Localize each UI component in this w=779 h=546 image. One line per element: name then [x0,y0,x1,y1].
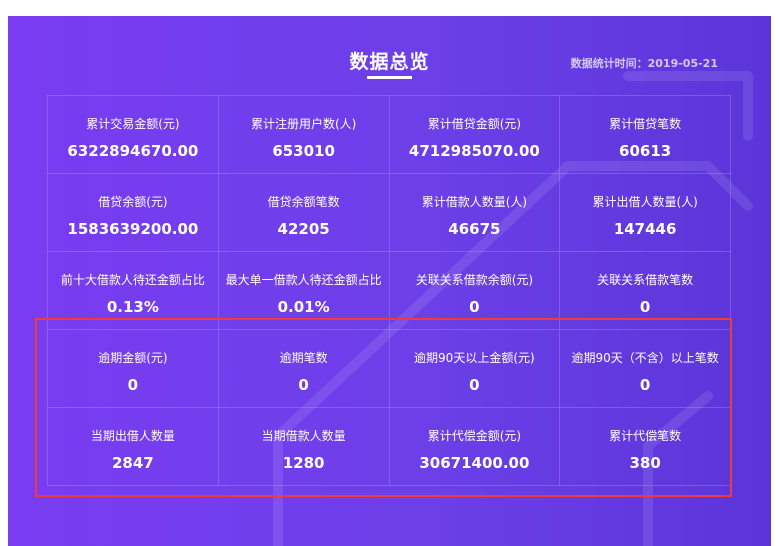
stat-label: 累计代偿金额(元) [427,429,522,443]
stat-value: 0 [298,376,309,394]
stat-value: 0.01% [277,298,330,316]
stat-value: 2847 [112,454,154,472]
stat-value: 0 [469,298,480,316]
stats-row: 当期出借人数量 2847 当期借款人数量 1280 累计代偿金额(元) 3067140… [47,407,731,486]
stat-label: 累计借贷金额(元) [427,117,522,131]
stat-cell: 累计交易金额(元) 6322894670.00 [47,95,219,174]
stat-label: 借贷余额笔数 [267,195,340,209]
stats-row: 借贷余额(元) 1583639200.00 借贷余额笔数 42205 累计借款人数量… [47,173,731,252]
stat-time: 数据统计时间：2019-05-21 [570,57,718,70]
stat-value: 0 [639,298,651,316]
stat-label: 累计借款人数量(人) [421,195,528,209]
stat-label: 最大单一借款人待还金额占比 [225,273,382,287]
stat-cell: 逾期90天以上金额(元) 0 [388,329,561,408]
stat-value: 30671400.00 [419,454,530,472]
stats-grid: 累计交易金额(元) 6322894670.00 累计注册用户数(人) 653010 … [47,95,731,486]
stat-label: 当期借款人数量 [261,429,346,443]
stat-cell: 累计借贷金额(元) 4712985070.00 [388,95,561,174]
stat-label: 关联关系借款余额(元) [415,273,534,287]
title-underline [367,76,412,79]
stat-label: 逾期金额(元) [98,351,168,365]
stat-cell: 累计出借人数量(人) 147446 [559,173,731,252]
stat-label: 逾期90天（不含）以上笔数 [571,351,719,365]
stats-row: 前十大借款人待还金额占比 0.13% 最大单一借款人待还金额占比 0.01% 关联关… [47,251,731,330]
stat-value: 6322894670.00 [67,142,199,160]
stat-label: 关联关系借款笔数 [597,273,694,287]
stat-label: 累计借贷笔数 [609,117,682,131]
stat-cell: 累计借贷笔数 60613 [559,95,731,174]
stats-row: 累计交易金额(元) 6322894670.00 累计注册用户数(人) 653010 … [47,95,731,174]
stat-cell: 累计借款人数量(人) 46675 [388,173,561,252]
stat-value: 4712985070.00 [408,142,540,160]
stat-label: 逾期90天以上金额(元) [414,351,535,365]
stat-value: 0.13% [106,298,159,316]
stat-cell: 逾期90天（不含）以上笔数 0 [559,329,731,408]
stat-label: 累计交易金额(元) [86,117,180,131]
stat-value: 46675 [448,220,501,238]
stat-value: 0 [469,376,480,394]
stat-label: 逾期笔数 [279,351,328,365]
stat-cell: 最大单一借款人待还金额占比 0.01% [217,251,390,330]
stat-cell: 累计代偿金额(元) 30671400.00 [388,407,561,486]
stat-label: 当期出借人数量 [90,429,175,443]
stat-label: 累计代偿笔数 [609,429,682,443]
stat-value: 1583639200.00 [67,220,199,238]
stat-cell: 累计代偿笔数 380 [559,407,731,486]
stat-value: 42205 [277,220,330,238]
stat-cell: 逾期笔数 0 [217,329,390,408]
stat-value: 653010 [272,142,335,160]
stat-label: 借贷余额(元) [98,195,168,209]
stat-label: 前十大借款人待还金额占比 [60,273,205,287]
stat-value: 0 [639,376,651,394]
stat-cell: 关联关系借款余额(元) 0 [388,251,561,330]
stat-cell: 累计注册用户数(人) 653010 [217,95,390,174]
stats-row: 逾期金额(元) 0 逾期笔数 0 逾期90天以上金额(元) 0 逾期90天（不含）以上… [47,329,731,408]
stat-cell: 借贷余额(元) 1583639200.00 [47,173,219,252]
stat-label: 累计出借人数量(人) [592,195,698,209]
stat-value: 0 [127,376,139,394]
stat-value: 147446 [613,220,677,238]
stat-value: 380 [629,454,661,472]
stat-cell: 借贷余额笔数 42205 [217,173,390,252]
stat-cell: 当期借款人数量 1280 [217,407,390,486]
data-overview-panel: 数据总览 数据统计时间：2019-05-21 累计交易金额(元) 63228946… [8,16,771,546]
stat-cell: 前十大借款人待还金额占比 0.13% [47,251,219,330]
stat-value: 1280 [282,454,325,472]
stat-cell: 关联关系借款笔数 0 [559,251,731,330]
stat-value: 60613 [619,142,672,160]
stat-cell: 逾期金额(元) 0 [47,329,219,408]
stat-label: 累计注册用户数(人) [250,117,357,131]
stat-cell: 当期出借人数量 2847 [47,407,219,486]
